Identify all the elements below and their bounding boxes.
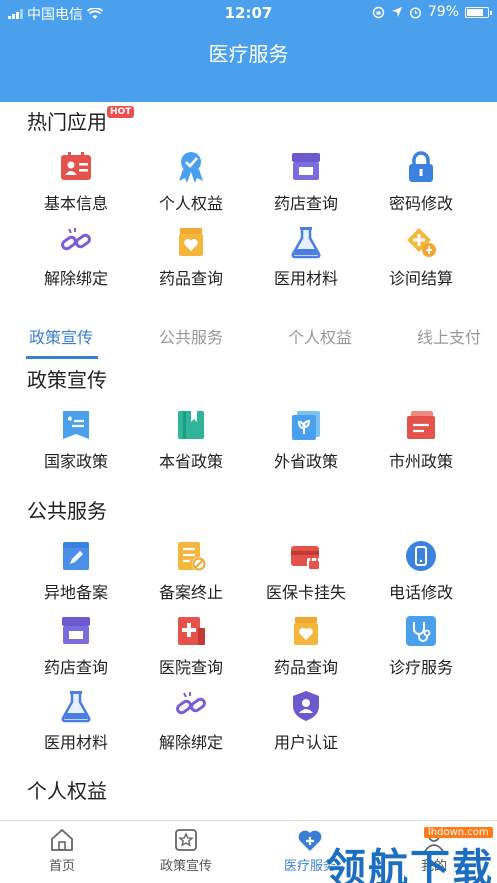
service-label: 医院查询 — [158, 658, 223, 677]
main-content[interactable]: 热门应用 HOT 基本信息 个人权益 药店查询 密码修改 解除绑定 药品查询 医… — [0, 102, 497, 820]
location-icon — [391, 7, 402, 17]
phone-icon — [406, 541, 436, 571]
service-unbind[interactable]: 解除绑定 — [136, 689, 246, 753]
policy-label: 本省政策 — [158, 452, 223, 471]
national-policy-icon — [63, 411, 89, 439]
policy-national[interactable]: 国家政策 — [21, 408, 131, 472]
app-label: 药品查询 — [158, 269, 223, 288]
app-label: 密码修改 — [388, 194, 453, 213]
tab-online-payment[interactable]: 线上支付 — [417, 324, 481, 348]
flask-icon — [291, 227, 321, 259]
nav-policy[interactable]: 政策宣传 — [131, 827, 241, 874]
unlink-icon — [61, 228, 91, 251]
app-unbind[interactable]: 解除绑定 — [21, 225, 131, 289]
medicine-box-icon — [179, 228, 203, 256]
page-title: 医疗服务 — [208, 42, 289, 66]
hospital-icon — [178, 617, 205, 645]
category-tabs: 政策宣传 公共服务 个人权益 线上支付 — [0, 318, 497, 359]
service-phone-change[interactable]: 电话修改 — [366, 539, 476, 603]
flask-icon — [61, 691, 91, 723]
policy-label: 国家政策 — [43, 452, 108, 471]
sprout-icon — [292, 411, 320, 440]
stethoscope-icon — [406, 616, 436, 646]
app-password-change[interactable]: 密码修改 — [366, 150, 476, 214]
service-card-loss[interactable]: 医保卡挂失 — [251, 539, 361, 603]
rights-section-title: 个人权益 — [27, 779, 107, 803]
edit-box-icon — [63, 542, 89, 570]
tab-underline — [26, 356, 98, 359]
service-label: 备案终止 — [158, 583, 223, 602]
hot-section-title: 热门应用 — [27, 110, 107, 134]
book-icon — [178, 411, 204, 439]
app-label: 药店查询 — [273, 194, 338, 213]
policy-other-province[interactable]: 外省政策 — [251, 408, 361, 472]
app-medical-materials[interactable]: 医用材料 — [251, 225, 361, 289]
alarm-icon — [409, 6, 421, 19]
service-filing-stop[interactable]: 备案终止 — [136, 539, 246, 603]
app-pharmacy-search[interactable]: 药店查询 — [251, 150, 361, 214]
service-label: 解除绑定 — [158, 733, 223, 752]
app-medicine-search[interactable]: 药品查询 — [136, 225, 246, 289]
nav-label: 政策宣传 — [159, 859, 212, 874]
service-user-auth[interactable]: 用户认证 — [251, 689, 361, 753]
doc-stop-icon — [178, 542, 206, 571]
battery-icon — [465, 6, 492, 18]
public-section-title: 公共服务 — [27, 499, 107, 523]
service-remote-filing[interactable]: 异地备案 — [21, 539, 131, 603]
policy-label: 外省政策 — [273, 452, 338, 471]
service-hospital-search[interactable]: 医院查询 — [136, 614, 246, 678]
service-treatment[interactable]: 诊疗服务 — [366, 614, 476, 678]
service-label: 医保卡挂失 — [265, 583, 346, 602]
unlink-icon — [176, 692, 206, 715]
home-icon — [51, 828, 73, 851]
status-bar: 中国电信 12:07 79% — [0, 0, 497, 26]
medicine-box-icon — [294, 617, 318, 645]
app-basic-info[interactable]: 基本信息 — [21, 150, 131, 214]
watermark-url: lhdown.com — [424, 827, 493, 838]
folder-icon — [407, 411, 435, 439]
watermark: 领航下载 lhdown.com — [296, 824, 496, 883]
app-label: 诊间结算 — [388, 269, 453, 288]
store-icon — [292, 153, 320, 180]
service-label: 诊疗服务 — [388, 658, 453, 677]
app-label: 基本信息 — [43, 194, 108, 213]
tab-public-service[interactable]: 公共服务 — [159, 324, 223, 348]
app-personal-rights[interactable]: 个人权益 — [136, 150, 246, 214]
service-label: 电话修改 — [388, 583, 453, 602]
service-label: 药店查询 — [43, 658, 108, 677]
app-label: 解除绑定 — [43, 269, 108, 288]
policy-province[interactable]: 本省政策 — [136, 408, 246, 472]
rotation-lock-icon — [372, 6, 385, 18]
service-label: 药品查询 — [273, 658, 338, 677]
service-label: 医用材料 — [43, 733, 108, 752]
star-icon — [175, 829, 197, 851]
lock-icon — [409, 151, 433, 182]
app-header: 中国电信 12:07 79% 医疗服务 — [0, 0, 497, 102]
service-medicine-search[interactable]: 药品查询 — [251, 614, 361, 678]
battery-percent: 79% — [427, 4, 459, 20]
badge-icon — [179, 152, 203, 183]
service-medical-materials[interactable]: 医用材料 — [21, 689, 131, 753]
service-label: 用户认证 — [273, 733, 338, 752]
app-label: 个人权益 — [158, 194, 223, 213]
tab-policy[interactable]: 政策宣传 — [29, 324, 93, 348]
policy-label: 市州政策 — [388, 452, 453, 471]
tab-personal-rights[interactable]: 个人权益 — [288, 324, 352, 348]
policy-city[interactable]: 市州政策 — [366, 408, 476, 472]
card-lock-icon — [291, 546, 321, 571]
user-shield-icon — [293, 691, 319, 721]
service-pharmacy-search[interactable]: 药店查询 — [21, 614, 131, 678]
hot-badge: HOT — [107, 106, 135, 118]
app-clinic-settlement[interactable]: 诊间结算 — [366, 225, 476, 289]
app-label: 医用材料 — [273, 269, 338, 288]
nav-home[interactable]: 首页 — [7, 827, 117, 874]
service-label: 异地备案 — [43, 583, 108, 602]
settle-icon — [407, 228, 436, 257]
id-card-icon — [61, 152, 91, 180]
store-icon — [62, 617, 90, 644]
policy-section-title: 政策宣传 — [27, 368, 107, 392]
watermark-text: 领航下载 — [326, 846, 494, 883]
nav-label: 首页 — [48, 859, 75, 874]
